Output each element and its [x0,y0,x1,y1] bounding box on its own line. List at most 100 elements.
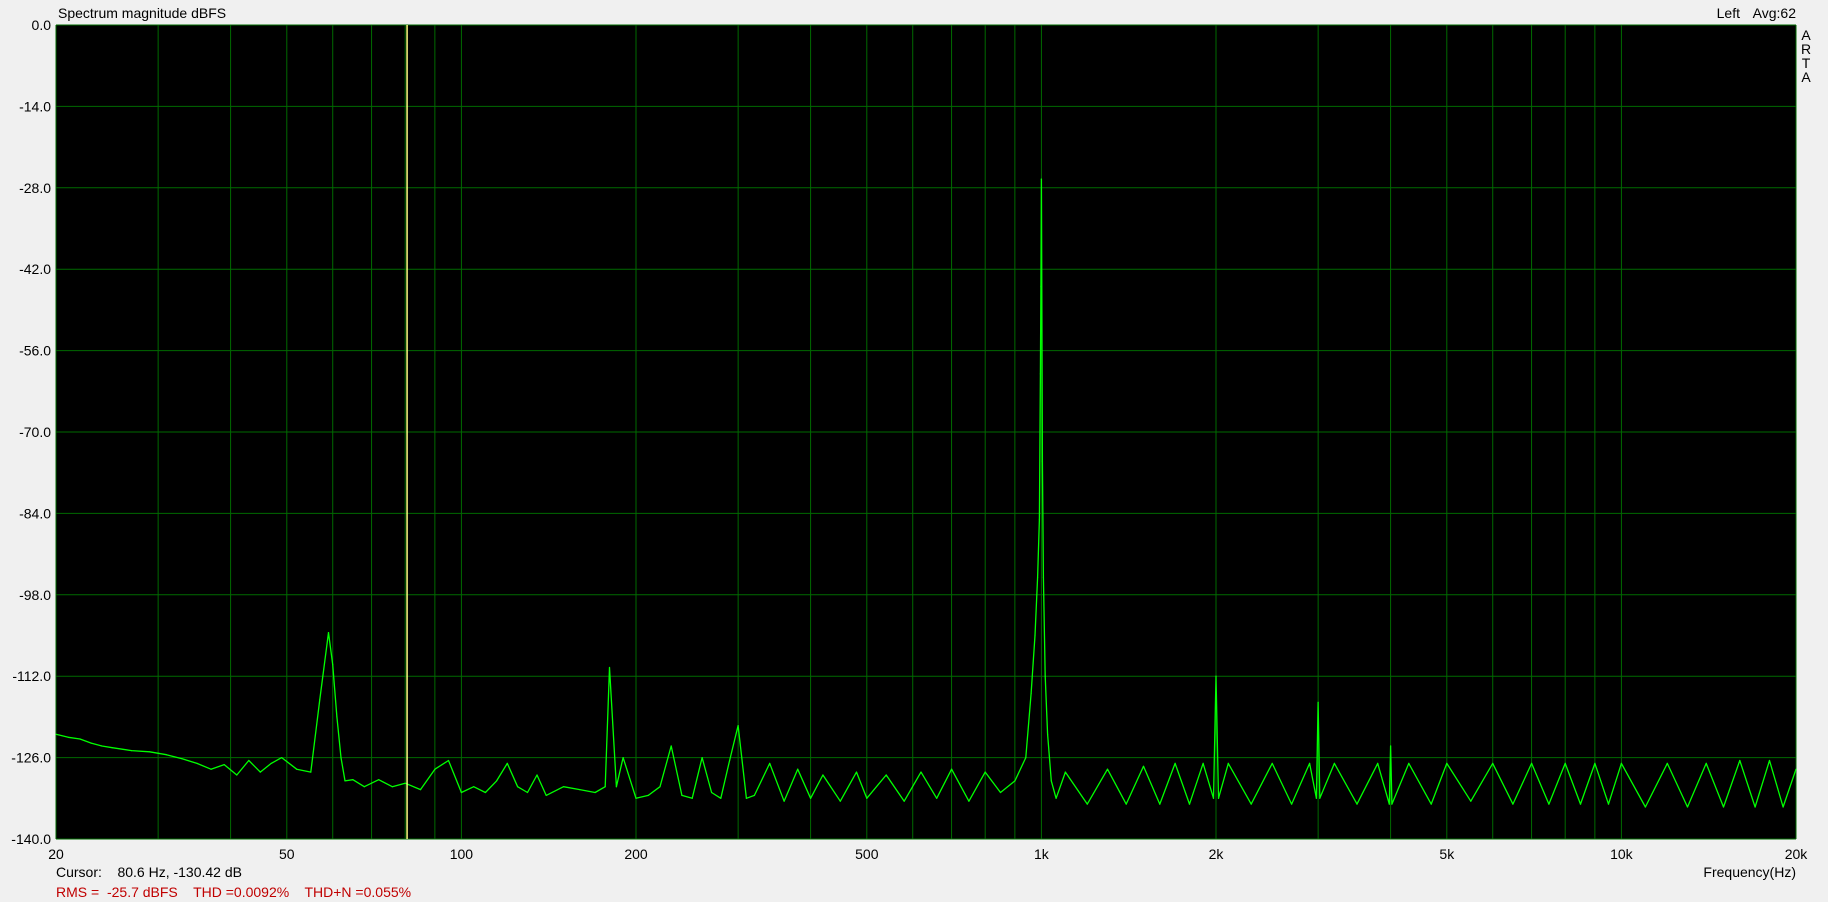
y-tick-label: -70.0 [19,424,51,440]
spectrum-point [753,794,756,797]
spectrum-point [1159,803,1161,805]
spectrum-point [101,745,103,747]
spectrum-point [1739,759,1741,762]
spectrum-point [1047,733,1049,735]
spectrum-point [131,750,133,752]
spectrum-point [1086,803,1088,805]
spectrum-point [1548,803,1550,805]
spectrum-point [1106,768,1109,770]
spectrum-point [1390,745,1392,747]
spectrum-point [594,791,596,794]
spectrum-point [1620,762,1622,765]
spectrum-point [885,774,887,776]
spectrum-point [1388,803,1390,805]
y-tick-label: -112.0 [12,668,51,684]
spectrum-point [920,771,922,773]
spectrum-point [327,632,330,634]
x-tick-label: 10k [1610,846,1634,862]
y-tick-label: -14.0 [19,98,51,114]
spectrum-point [460,791,462,794]
x-tick-label: 500 [855,846,879,862]
spectrum-point [536,774,538,776]
spectrum-point [681,794,683,797]
x-tick-label: 20k [1785,846,1809,862]
spectrum-point [1188,803,1191,805]
spectrum-point [936,797,938,799]
spectrum-point [1215,675,1217,677]
spectrum-point [79,738,81,740]
spectrum-point [1025,757,1027,759]
spectrum-point [1309,762,1311,765]
spectrum-point [1408,762,1410,765]
spectrum-point [55,733,57,735]
spectrum-point [344,780,346,782]
spectrum-point [562,786,565,788]
spectrum-point [223,764,225,766]
spectrum-point [1038,518,1040,520]
spectrum-point [1044,675,1046,677]
spectrum-point [1040,286,1042,288]
spectrum-point [1037,576,1039,579]
spectrum-point [281,757,283,759]
spectrum-point [1055,797,1057,799]
spectrum-point [951,768,953,770]
spectrum-point [473,786,475,788]
spectrum-point [1492,762,1494,765]
spectrum-point [1050,780,1052,782]
spectrum-point [1040,178,1042,180]
spectrum-point [579,789,581,791]
spectrum-point [720,797,722,799]
spectrum-point [1125,803,1127,805]
spectrum-point [391,786,393,788]
spectrum-point [1064,771,1066,773]
x-axis-tick-labels: 20 50 100 200 500 1k 2k 5k 10k 20k [48,846,1808,862]
spectrum-point [1579,803,1582,805]
spectrum-chart: 0.0 -14.0 -28.0 -42.0 -56.0 -70.0 -84.0 -98.0 -1… [11,5,1811,900]
spectrum-point [1142,765,1145,767]
x-axis-label: Frequency(Hz) [1703,864,1796,880]
spectrum-point [506,762,508,765]
spectrum-point [270,762,272,765]
spectrum-point [310,771,312,773]
x-tick-label: 50 [279,846,295,862]
spectrum-point [691,797,693,799]
spectrum-point [1446,762,1448,765]
spectrum-point [1470,800,1472,802]
spectrum-point [1317,701,1319,704]
spectrum-point [1212,797,1215,799]
x-tick-label: 20 [48,846,64,862]
spectrum-point [1041,460,1043,462]
spectrum-point [1227,762,1229,765]
spectrum-point [1531,762,1533,765]
spectrum-point [363,786,365,788]
spectrum-point [1512,803,1514,805]
x-tick-label: 100 [450,846,474,862]
spectrum-point [1174,762,1176,765]
spectrum-point [1795,768,1797,770]
spectrum-point [745,797,748,799]
spectrum-point [259,771,261,773]
spectrum-point [484,791,486,794]
side-letter: A [1801,69,1811,85]
spectrum-point [839,800,841,802]
spectrum-point [149,751,151,753]
spectrum-point [670,745,672,747]
spectrum-point [90,742,92,744]
spectrum-point [604,786,606,788]
spectrum-point [1217,797,1220,799]
spectrum-point [1686,806,1689,808]
spectrum-point [526,791,529,794]
spectrum-point [1356,803,1358,805]
spectrum-point [1034,634,1036,637]
y-tick-label: -56.0 [19,343,51,359]
spectrum-point [1564,762,1566,765]
spectrum-point [729,759,731,762]
chart-title: Spectrum magnitude dBFS [58,5,226,21]
x-tick-label: 2k [1209,846,1225,862]
spectrum-point [434,768,436,770]
spectrum-point [1202,762,1204,765]
spectrum-point [1042,576,1044,579]
spectrum-point [1250,803,1252,805]
spectrum-point [701,757,703,759]
spectrum-point [1644,806,1646,808]
